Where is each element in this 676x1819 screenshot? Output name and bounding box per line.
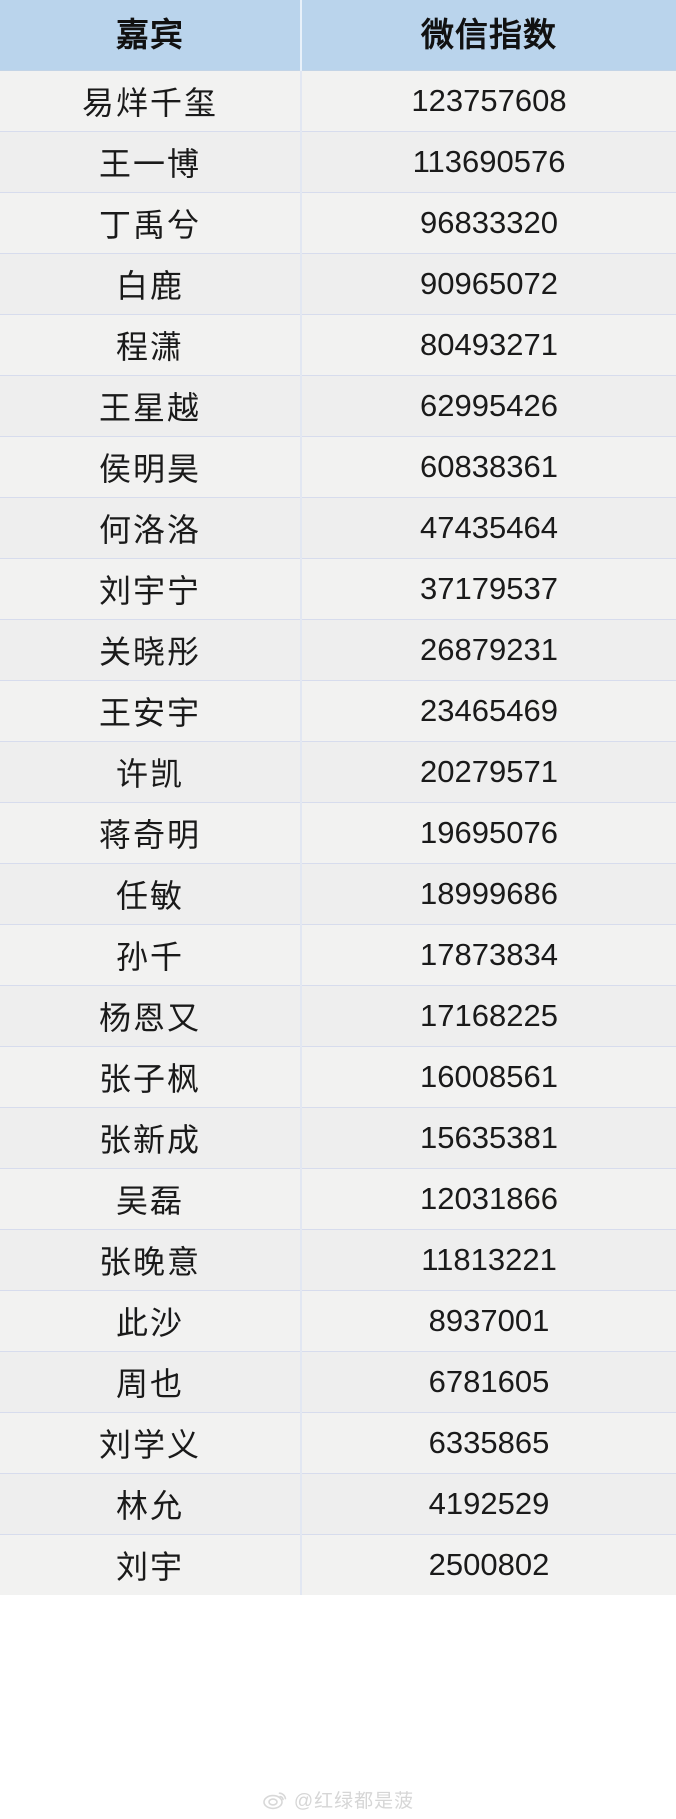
wechat-index-cell: 16008561 — [301, 1046, 676, 1108]
wechat-index-cell: 47435464 — [301, 497, 676, 559]
table-row: 侯明昊 60838361 — [0, 436, 676, 498]
guest-name-cell: 何洛洛 — [0, 497, 302, 559]
guest-name-cell: 孙千 — [0, 924, 302, 986]
guest-name-cell: 蒋奇明 — [0, 802, 302, 864]
wechat-index-cell: 6335865 — [301, 1412, 676, 1474]
guest-name-cell: 刘宇 — [0, 1534, 302, 1595]
table-row: 白鹿 90965072 — [0, 253, 676, 315]
wechat-index-cell: 26879231 — [301, 619, 676, 681]
table-row: 丁禹兮 96833320 — [0, 192, 676, 254]
guest-name-cell: 此沙 — [0, 1290, 302, 1352]
wechat-index-cell: 123757608 — [301, 70, 676, 132]
guest-name-cell: 任敏 — [0, 863, 302, 925]
table-header: 嘉宾 微信指数 — [0, 0, 676, 71]
table-row: 任敏 18999686 — [0, 863, 676, 925]
table-row: 周也 6781605 — [0, 1351, 676, 1413]
table-row: 孙千 17873834 — [0, 924, 676, 986]
guest-name-cell: 杨恩又 — [0, 985, 302, 1047]
wechat-index-cell: 62995426 — [301, 375, 676, 437]
weibo-eye-icon — [262, 1790, 288, 1810]
guest-name-cell: 周也 — [0, 1351, 302, 1413]
table-row: 林允 4192529 — [0, 1473, 676, 1535]
wechat-index-cell: 17168225 — [301, 985, 676, 1047]
guest-name-cell: 侯明昊 — [0, 436, 302, 498]
wechat-index-ranking-table: 嘉宾 微信指数 易烊千玺 123757608 王一博 113690576 丁禹兮 9683… — [0, 0, 676, 1595]
guest-name-cell: 丁禹兮 — [0, 192, 302, 254]
guest-name-cell: 张晚意 — [0, 1229, 302, 1291]
table-row: 刘宇宁 37179537 — [0, 558, 676, 620]
table-row: 易烊千玺 123757608 — [0, 70, 676, 132]
guest-name-cell: 王安宇 — [0, 680, 302, 742]
guest-name-cell: 王一博 — [0, 131, 302, 193]
wechat-index-cell: 60838361 — [301, 436, 676, 498]
wechat-index-cell: 12031866 — [301, 1168, 676, 1230]
guest-name-cell: 许凯 — [0, 741, 302, 803]
wechat-index-cell: 18999686 — [301, 863, 676, 925]
guest-name-cell: 林允 — [0, 1473, 302, 1535]
wechat-index-cell: 113690576 — [301, 131, 676, 193]
guest-name-cell: 易烊千玺 — [0, 70, 302, 132]
table-row: 张晚意 11813221 — [0, 1229, 676, 1291]
table-row: 王一博 113690576 — [0, 131, 676, 193]
wechat-index-cell: 23465469 — [301, 680, 676, 742]
guest-name-cell: 刘学义 — [0, 1412, 302, 1474]
wechat-index-cell: 11813221 — [301, 1229, 676, 1291]
wechat-index-cell: 80493271 — [301, 314, 676, 376]
wechat-index-cell: 8937001 — [301, 1290, 676, 1352]
wechat-index-cell: 2500802 — [301, 1534, 676, 1595]
guest-name-cell: 程潇 — [0, 314, 302, 376]
column-header-wechat-index: 微信指数 — [301, 0, 676, 71]
table-body: 易烊千玺 123757608 王一博 113690576 丁禹兮 96833320 白鹿 90… — [0, 70, 676, 1595]
table-row: 王安宇 23465469 — [0, 680, 676, 742]
wechat-index-cell: 17873834 — [301, 924, 676, 986]
weibo-watermark: @红绿都是菠 — [0, 1786, 676, 1813]
wechat-index-cell: 90965072 — [301, 253, 676, 315]
guest-name-cell: 白鹿 — [0, 253, 302, 315]
wechat-index-cell: 19695076 — [301, 802, 676, 864]
table-row: 程潇 80493271 — [0, 314, 676, 376]
table-row: 此沙 8937001 — [0, 1290, 676, 1352]
table-row: 刘宇 2500802 — [0, 1534, 676, 1595]
guest-name-cell: 张新成 — [0, 1107, 302, 1169]
guest-name-cell: 刘宇宁 — [0, 558, 302, 620]
column-header-guest: 嘉宾 — [0, 0, 302, 71]
table-row: 关晓彤 26879231 — [0, 619, 676, 681]
guest-name-cell: 吴磊 — [0, 1168, 302, 1230]
table-row: 何洛洛 47435464 — [0, 497, 676, 559]
header-row: 嘉宾 微信指数 — [0, 0, 676, 71]
table-row: 杨恩又 17168225 — [0, 985, 676, 1047]
guest-name-cell: 王星越 — [0, 375, 302, 437]
table-row: 蒋奇明 19695076 — [0, 802, 676, 864]
table-row: 张子枫 16008561 — [0, 1046, 676, 1108]
wechat-index-cell: 37179537 — [301, 558, 676, 620]
table-row: 许凯 20279571 — [0, 741, 676, 803]
guest-name-cell: 张子枫 — [0, 1046, 302, 1108]
table-row: 刘学义 6335865 — [0, 1412, 676, 1474]
weibo-handle: @红绿都是菠 — [293, 1791, 415, 1812]
wechat-index-cell: 4192529 — [301, 1473, 676, 1535]
wechat-index-cell: 15635381 — [301, 1107, 676, 1169]
table-row: 张新成 15635381 — [0, 1107, 676, 1169]
table-row: 王星越 62995426 — [0, 375, 676, 437]
wechat-index-cell: 96833320 — [301, 192, 676, 254]
table-row: 吴磊 12031866 — [0, 1168, 676, 1230]
wechat-index-cell: 6781605 — [301, 1351, 676, 1413]
wechat-index-cell: 20279571 — [301, 741, 676, 803]
guest-name-cell: 关晓彤 — [0, 619, 302, 681]
